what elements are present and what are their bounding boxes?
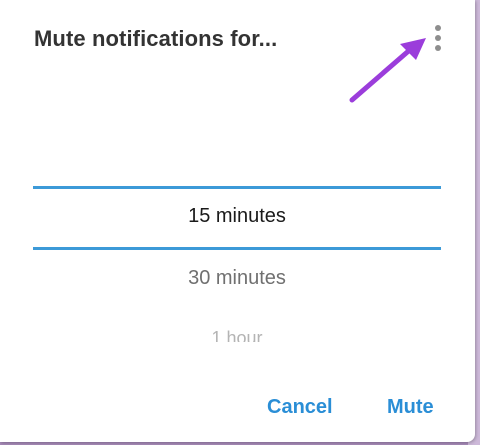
mute-dialog: Mute notifications for... 15 minutes 30 … xyxy=(0,0,475,442)
cancel-button[interactable]: Cancel xyxy=(267,396,333,419)
annotation-arrow-icon xyxy=(349,38,426,103)
picker-bottom-divider xyxy=(33,247,441,250)
dialog-title: Mute notifications for... xyxy=(34,26,278,51)
picker-option-selected[interactable]: 15 minutes xyxy=(33,205,441,228)
picker-option[interactable]: 30 minutes xyxy=(33,267,441,290)
more-options-button[interactable] xyxy=(428,22,450,54)
duration-picker[interactable]: 15 minutes 30 minutes 1 hour xyxy=(33,150,441,350)
screen: Mute notifications for... 15 minutes 30 … xyxy=(0,0,480,445)
picker-top-divider xyxy=(33,186,441,189)
picker-option[interactable]: 1 hour xyxy=(33,328,441,342)
mute-button[interactable]: Mute xyxy=(387,396,434,419)
